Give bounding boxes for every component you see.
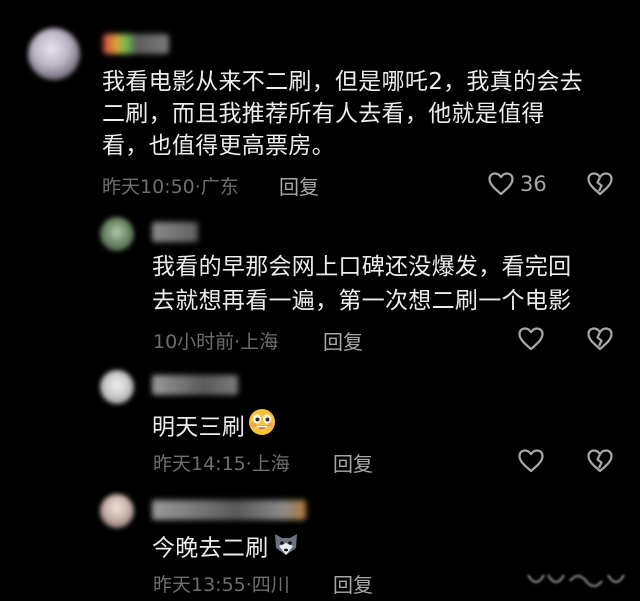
username-blurred[interactable] (103, 34, 169, 54)
heart-outline-icon (487, 171, 515, 196)
comment-text: 今晚去二刷 (152, 528, 301, 570)
comment-1: 我看电影从来不二刷，但是哪吒2，我真的会去 二刷，而且我推荐所有人去看，他就是值… (0, 0, 640, 205)
comment-meta: 昨天13:55·四川 (153, 574, 290, 596)
comment-text-content: 今晚去二刷 (152, 535, 269, 562)
username-blurred[interactable] (152, 222, 198, 242)
reply-button[interactable]: 回复 (333, 569, 373, 598)
broken-heart-icon (586, 171, 614, 196)
like-button[interactable]: 36 (487, 171, 547, 196)
broken-heart-icon (586, 448, 614, 473)
avatar[interactable] (100, 217, 134, 251)
broken-heart-icon (586, 326, 614, 351)
comment-text-content: 明天三刷 (152, 414, 246, 441)
reply-2: 明天三刷 昨天14:15·上海 回复 (0, 355, 640, 480)
reply-button[interactable]: 回复 (333, 448, 373, 477)
username-blurred[interactable] (152, 500, 306, 520)
dislike-button[interactable] (586, 448, 614, 473)
comment-meta: 昨天10:50·广东 (102, 176, 239, 198)
comment-text-line: 看，也值得更高票房。 (102, 133, 335, 159)
grinning-emoji (247, 407, 277, 449)
like-button[interactable] (517, 448, 545, 473)
comment-meta: 10小时前·上海 (153, 331, 279, 353)
comment-meta: 昨天14:15·上海 (153, 453, 290, 475)
comment-text: 明天三刷 (152, 407, 277, 449)
wolf-emoji (271, 528, 301, 570)
like-button[interactable] (517, 326, 545, 351)
username-blurred[interactable] (152, 375, 238, 395)
avatar[interactable] (100, 370, 134, 404)
heart-outline-icon (517, 448, 545, 473)
avatar[interactable] (28, 28, 80, 80)
comment-text-line: 我看的早那会网上口碑还没爆发，看完回 (152, 254, 572, 280)
reply-1: 我看的早那会网上口碑还没爆发，看完回 去就想再看一遍，第一次想二刷一个电影 10… (0, 205, 640, 355)
dislike-button[interactable] (586, 171, 614, 196)
dislike-button[interactable] (586, 326, 614, 351)
reply-button[interactable]: 回复 (279, 171, 319, 200)
like-count: 36 (520, 171, 547, 196)
heart-outline-icon (517, 326, 545, 351)
avatar[interactable] (100, 494, 134, 528)
comment-text-line: 去就想再看一遍，第一次想二刷一个电影 (152, 288, 572, 314)
reply-button[interactable]: 回复 (323, 326, 363, 355)
watermark-icon (522, 567, 632, 595)
